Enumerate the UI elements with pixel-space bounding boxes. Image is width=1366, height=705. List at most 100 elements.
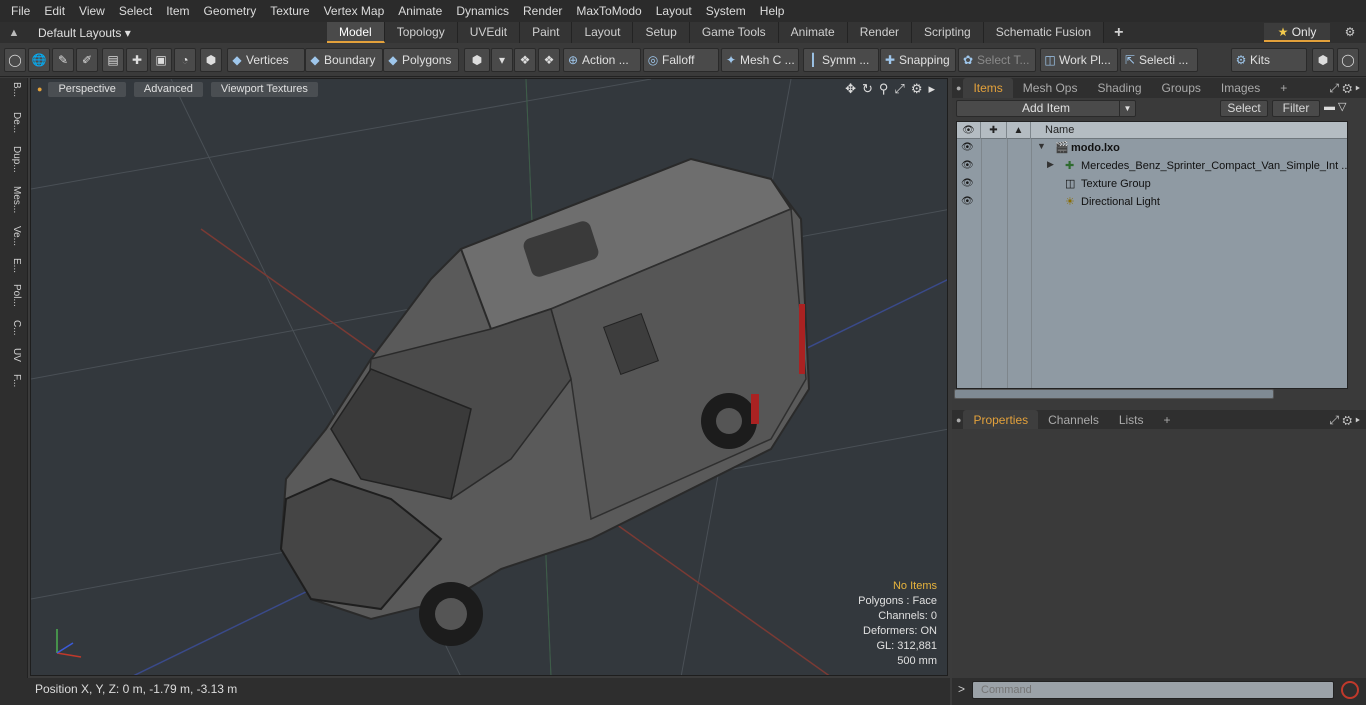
- tab-paint[interactable]: Paint: [520, 22, 573, 43]
- menu-item[interactable]: Item: [159, 0, 196, 22]
- menu-render[interactable]: Render: [516, 0, 569, 22]
- left-tab-duplicate[interactable]: Dup...: [4, 146, 22, 182]
- eye-icon[interactable]: 👁: [961, 178, 974, 189]
- left-tab-fusion[interactable]: F...: [4, 374, 22, 404]
- chevron-down-icon[interactable]: ▾: [491, 48, 513, 72]
- tab-model[interactable]: Model: [327, 22, 385, 43]
- command-input[interactable]: [972, 681, 1334, 699]
- menu-vertex-map[interactable]: Vertex Map: [317, 0, 392, 22]
- left-tab-curve[interactable]: C...: [4, 320, 22, 344]
- chevron-down-icon[interactable]: ▼: [1037, 141, 1046, 151]
- viewport-scene[interactable]: [31, 79, 948, 676]
- snapping-button[interactable]: ✚ Snapping: [880, 48, 956, 72]
- default-layouts-dropdown[interactable]: Default Layouts ▾: [28, 26, 148, 40]
- chevron-right-icon[interactable]: ▶: [1047, 159, 1054, 170]
- tab-layout[interactable]: Layout: [572, 22, 634, 43]
- filter-funnel-icon[interactable]: ▬ ▽: [1324, 100, 1347, 113]
- viewport-gear-icon[interactable]: ⚙: [911, 81, 923, 97]
- globe-icon[interactable]: 🌐: [28, 48, 50, 72]
- 3d-viewport[interactable]: ● Perspective Advanced Viewport Textures…: [30, 78, 948, 676]
- tab-topology[interactable]: Topology: [384, 22, 458, 43]
- name-column-header[interactable]: Name: [1045, 122, 1074, 139]
- select-circle-icon[interactable]: ◯: [4, 48, 26, 72]
- menu-maxtomodo[interactable]: MaxToModo: [569, 0, 648, 22]
- add-panel-tab-button[interactable]: +: [1270, 78, 1297, 98]
- brush-icon[interactable]: ✐: [76, 48, 98, 72]
- symmetry-button[interactable]: ┃ Symm ...: [803, 48, 879, 72]
- tab-uvedit[interactable]: UVEdit: [457, 22, 521, 43]
- tab-game-tools[interactable]: Game Tools: [689, 22, 779, 43]
- tab-schematic-fusion[interactable]: Schematic Fusion: [983, 22, 1105, 43]
- unreal-icon[interactable]: ◯: [1337, 48, 1359, 72]
- record-icon[interactable]: [1341, 681, 1359, 699]
- eye-icon[interactable]: 👁: [961, 142, 974, 153]
- tab-scripting[interactable]: Scripting: [912, 22, 984, 43]
- list-item-texture-group[interactable]: 👁 ◫ Texture Group: [957, 176, 1347, 194]
- menu-view[interactable]: View: [72, 0, 112, 22]
- tab-images[interactable]: Images: [1211, 78, 1270, 98]
- selection-sets-button[interactable]: ⇱ Selecti ...: [1120, 48, 1198, 72]
- tab-render[interactable]: Render: [847, 22, 913, 43]
- snap-shield-icon[interactable]: ❖: [538, 48, 560, 72]
- tab-shading[interactable]: Shading: [1087, 78, 1151, 98]
- menu-select[interactable]: Select: [112, 0, 159, 22]
- kits-button[interactable]: ⚙ Kits: [1231, 48, 1307, 72]
- work-plane-button[interactable]: ◫ Work Pl...: [1040, 48, 1118, 72]
- rotate-icon[interactable]: ◔: [174, 48, 196, 72]
- left-tab-polygon[interactable]: Pol...: [4, 284, 22, 316]
- menu-file[interactable]: File: [4, 0, 37, 22]
- tab-properties[interactable]: Properties: [963, 410, 1039, 430]
- menu-layout[interactable]: Layout: [649, 0, 699, 22]
- menu-animate[interactable]: Animate: [391, 0, 449, 22]
- left-tab-basic[interactable]: B...: [4, 82, 22, 108]
- eye-icon[interactable]: 👁: [961, 160, 974, 171]
- panel-expand-gear-icon[interactable]: ⤢ ⚙ ▸: [1329, 410, 1360, 430]
- mesh-constraints-button[interactable]: ✦ Mesh C ...: [721, 48, 799, 72]
- layout-toggle-icon[interactable]: ▲: [0, 27, 28, 39]
- item-mode-icon[interactable]: ⬢: [200, 48, 222, 72]
- gear-icon[interactable]: ⚙: [1338, 22, 1362, 43]
- panel-expand-gear-icon[interactable]: ⤢ ⚙ ▸: [1329, 78, 1360, 98]
- falloff-button[interactable]: ◎ Falloff: [643, 48, 719, 72]
- item-list-horizontal-scrollbar[interactable]: [954, 389, 1274, 399]
- move-view-icon[interactable]: ✥: [845, 81, 856, 97]
- menu-texture[interactable]: Texture: [263, 0, 316, 22]
- left-tab-uv[interactable]: UV: [4, 348, 22, 370]
- left-tab-edge[interactable]: E...: [4, 258, 22, 280]
- tab-mesh-ops[interactable]: Mesh Ops: [1013, 78, 1088, 98]
- menu-dynamics[interactable]: Dynamics: [449, 0, 516, 22]
- action-button[interactable]: ⊕ Action ...: [563, 48, 641, 72]
- eye-icon[interactable]: 👁: [961, 196, 974, 207]
- tab-groups[interactable]: Groups: [1152, 78, 1211, 98]
- viewport-textures-button[interactable]: Viewport Textures: [210, 81, 318, 97]
- align-icon[interactable]: ▤: [102, 48, 124, 72]
- type-column-icon[interactable]: ▲: [1007, 122, 1031, 139]
- add-panel-tab-button[interactable]: +: [1154, 410, 1181, 430]
- pen-icon[interactable]: ✎: [52, 48, 74, 72]
- filter-button[interactable]: Filter: [1272, 100, 1320, 117]
- center-icon[interactable]: ▣: [150, 48, 172, 72]
- only-toggle[interactable]: ★ Only: [1264, 23, 1330, 42]
- van-model[interactable]: [279, 157, 811, 646]
- tab-animate[interactable]: Animate: [778, 22, 848, 43]
- boundary-button[interactable]: ◆ Boundary: [305, 48, 383, 72]
- perspective-button[interactable]: Perspective: [48, 81, 126, 97]
- visibility-column-eye-icon[interactable]: 👁: [957, 122, 981, 139]
- add-item-chevron-down-icon[interactable]: ▼: [1119, 101, 1135, 116]
- add-item-button[interactable]: Add Item ▼: [956, 100, 1136, 117]
- material-mode-icon[interactable]: ⬢: [464, 48, 490, 72]
- tab-items[interactable]: Items: [963, 78, 1013, 98]
- orbit-view-icon[interactable]: ↻: [862, 81, 873, 97]
- list-item-directional-light[interactable]: 👁 ☀ Directional Light: [957, 194, 1347, 212]
- panel-dot-icon[interactable]: ●: [956, 83, 961, 93]
- tab-lists[interactable]: Lists: [1109, 410, 1154, 430]
- unity-icon[interactable]: ⬢: [1312, 48, 1334, 72]
- advanced-button[interactable]: Advanced: [133, 81, 203, 97]
- list-item-mesh[interactable]: 👁 ▶ ✚ Mercedes_Benz_Sprinter_Compact_Van…: [957, 158, 1347, 176]
- viewport-arrow-icon[interactable]: ▸: [928, 81, 935, 97]
- left-tab-vertex[interactable]: Ve...: [4, 226, 22, 254]
- vertices-button[interactable]: ◆ Vertices: [227, 48, 305, 72]
- zoom-view-icon[interactable]: ⚲: [879, 81, 889, 97]
- tab-setup[interactable]: Setup: [633, 22, 690, 43]
- transform-icon[interactable]: ✚: [126, 48, 148, 72]
